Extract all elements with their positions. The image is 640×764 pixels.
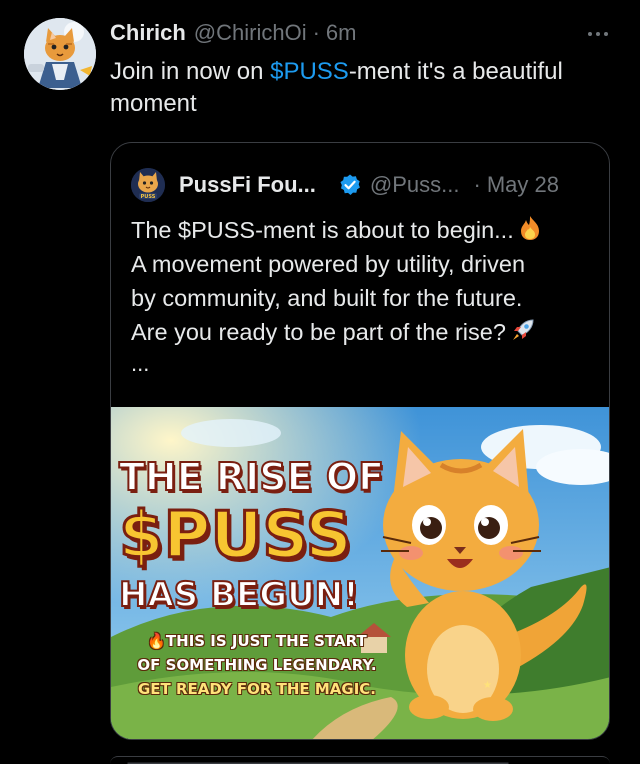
quoted-line-2: A movement powered by utility, driven xyxy=(131,251,526,277)
post-header: Chirich @ChirichOi · 6m xyxy=(110,20,356,50)
cat-avatar-image xyxy=(24,18,96,90)
image-subtext-1: THIS IS JUST THE START xyxy=(117,629,397,653)
author-handle[interactable]: @ChirichOi xyxy=(194,20,307,46)
more-horizontal-icon xyxy=(588,32,592,36)
quoted-author-handle[interactable]: @Puss... xyxy=(370,172,460,198)
quoted-post-text: The $PUSS-ment is about to begin... A mo… xyxy=(131,213,591,349)
quoted-line-3: by community, and built for the future. xyxy=(131,285,523,311)
quoted-author-avatar[interactable]: PUSS xyxy=(131,168,165,202)
image-headline-3: HAS BEGUN! xyxy=(118,574,360,616)
quoted-post-image[interactable]: ★ THE RISE OF $PUSS HAS BEGUN! THIS IS J… xyxy=(111,407,609,739)
post-text-prefix: Join in now on xyxy=(110,58,271,85)
separator-dot: · xyxy=(312,20,320,45)
quoted-line-4: Are you ready to be part of the rise? xyxy=(131,315,591,349)
fire-icon xyxy=(520,216,539,240)
separator-dot: · xyxy=(473,172,481,197)
quoted-author-name[interactable]: PussFi Fou... xyxy=(179,172,316,198)
pussfi-logo-icon: PUSS xyxy=(131,168,165,202)
author-name[interactable]: Chirich xyxy=(110,20,186,46)
image-headline-2: $PUSS xyxy=(118,498,354,575)
quoted-post-header: PUSS PussFi Fou... @Puss... · May 28 xyxy=(131,165,591,205)
verified-badge-icon xyxy=(340,174,360,195)
image-subtext: THIS IS JUST THE START OF SOMETHING LEGE… xyxy=(117,629,397,701)
quoted-post-date[interactable]: May 28 xyxy=(487,172,559,198)
quoted-post[interactable]: PUSS PussFi Fou... @Puss... · May 28 The… xyxy=(110,142,610,740)
post[interactable]: Chirich @ChirichOi · 6m Join in now on $… xyxy=(0,0,640,764)
rocket-icon xyxy=(512,319,534,340)
svg-text:★: ★ xyxy=(483,680,492,691)
post-text: Join in now on $PUSS-ment it's a beautif… xyxy=(110,56,620,120)
quoted-line-1: The $PUSS-ment is about to begin... xyxy=(131,213,591,247)
image-headline-1: THE RISE OF xyxy=(118,454,385,500)
image-subtext-2: OF SOMETHING LEGENDARY. xyxy=(137,656,377,674)
author-avatar[interactable] xyxy=(24,18,96,90)
cashtag-link[interactable]: $PUSS xyxy=(270,58,349,85)
more-options-button[interactable] xyxy=(578,20,618,48)
post-timestamp[interactable]: 6m xyxy=(326,20,357,46)
svg-text:PUSS: PUSS xyxy=(141,194,156,200)
image-subtext-3: GET READY FOR THE MAGIC. xyxy=(137,680,377,698)
next-card-edge xyxy=(110,756,610,764)
show-more-ellipsis[interactable]: ... xyxy=(131,351,149,377)
